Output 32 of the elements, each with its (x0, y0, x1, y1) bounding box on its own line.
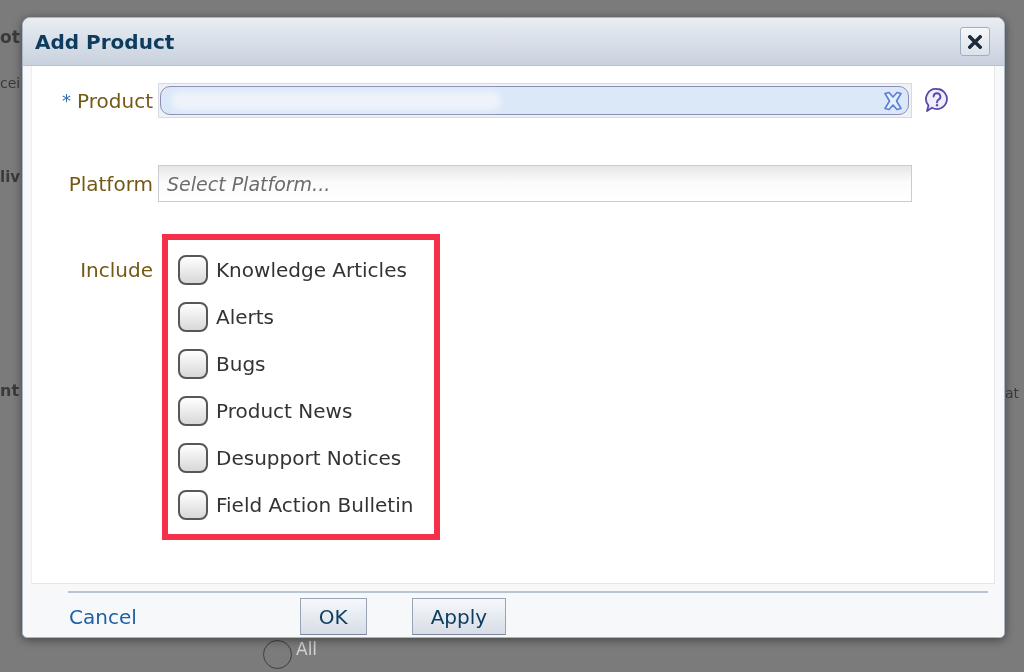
checkbox[interactable] (178, 301, 208, 332)
page-text: cei (0, 75, 21, 92)
checkbox-label: Product News (216, 398, 353, 423)
close-icon (968, 34, 982, 49)
help-icon[interactable] (924, 87, 950, 113)
field-label: Include (80, 258, 153, 282)
checkbox-label: Alerts (216, 304, 275, 329)
checkbox[interactable] (178, 442, 208, 473)
page-text: liv (0, 169, 21, 186)
field-label: Platform (68, 171, 153, 196)
page-text: nt (0, 381, 20, 400)
dialog-button[interactable]: OK (299, 598, 367, 635)
close-button[interactable] (960, 27, 990, 56)
checkbox-label: Desupport Notices (216, 445, 402, 470)
product-field[interactable] (158, 83, 912, 118)
checkbox[interactable] (178, 348, 208, 379)
checkbox[interactable] (178, 489, 208, 520)
dialog-title: Add Product (35, 29, 175, 54)
checkbox-label: Field Action Bulletin (216, 492, 414, 517)
checkbox[interactable] (178, 254, 208, 285)
dialog-button[interactable]: Apply (411, 598, 507, 635)
cancel-link[interactable]: Cancel (69, 604, 137, 629)
checkbox[interactable] (178, 395, 208, 426)
platform-field[interactable]: Select Platform... (158, 165, 912, 202)
required-mark: * (62, 88, 72, 113)
field-label: Product (77, 88, 153, 113)
page-text: at (1005, 386, 1021, 402)
checkbox-label: Bugs (216, 351, 266, 376)
radio-label: All (296, 638, 318, 659)
checkbox-label: Knowledge Articles (216, 257, 407, 282)
page-text: ot (0, 28, 20, 47)
clear-icon[interactable] (882, 90, 904, 111)
